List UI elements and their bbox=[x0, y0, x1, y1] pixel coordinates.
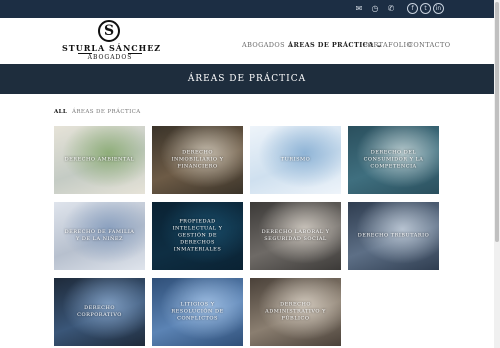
practice-area-tile[interactable]: DERECHO LABORAL Y SEGURIDAD SOCIAL bbox=[250, 202, 341, 270]
tile-label: DERECHO DEL CONSUMIDOR Y LA COMPETENCIA bbox=[363, 149, 424, 170]
practice-area-tile[interactable]: DERECHO CORPORATIVO bbox=[54, 278, 145, 346]
practice-area-tile[interactable]: DERECHO ADMINISTRATIVO Y PÚBLICO bbox=[250, 278, 341, 346]
tile-label: DERECHO ADMINISTRATIVO Y PÚBLICO bbox=[265, 301, 326, 322]
facebook-icon[interactable]: f bbox=[407, 3, 418, 14]
practice-area-tile[interactable]: PROPIEDAD INTELECTUAL Y GESTIÓN DE DEREC… bbox=[152, 202, 243, 270]
nav-item-contacto[interactable]: CONTACTO bbox=[408, 41, 451, 49]
phone-icon[interactable]: ✆ bbox=[386, 4, 396, 14]
nav-item-portafolio[interactable]: PORTAFOLIO bbox=[363, 41, 412, 49]
practice-area-tile[interactable]: LITIGIOS Y RESOLUCIÓN DE CONFLICTOS bbox=[152, 278, 243, 346]
tile-label: TURISMO bbox=[280, 156, 311, 163]
nav-item-abogados[interactable]: ABOGADOS ⌄ bbox=[242, 41, 293, 49]
twitter-icon[interactable]: t bbox=[420, 3, 431, 14]
logo-subtitle: ABOGADOS bbox=[87, 54, 133, 61]
tile-label: PROPIEDAD INTELECTUAL Y GESTIÓN DE DEREC… bbox=[172, 218, 223, 253]
logo-name: STURLA SÁNCHEZ bbox=[62, 43, 162, 53]
page-banner: ÁREAS DE PRÁCTICA bbox=[0, 64, 494, 94]
tile-label: DERECHO LABORAL Y SEGURIDAD SOCIAL bbox=[261, 229, 330, 242]
practice-area-tile[interactable]: TURISMO bbox=[250, 126, 341, 194]
tile-label: DERECHO TRIBUTARIO bbox=[357, 232, 430, 239]
practice-area-tile[interactable]: DERECHO TRIBUTARIO bbox=[348, 202, 439, 270]
nav-label: ÁREAS DE PRÁCTICA bbox=[288, 41, 374, 49]
tile-label: DERECHO INMOBILIARIO Y FINANCIERO bbox=[171, 149, 224, 170]
top-bar: ✉ ◷ ✆ f t in bbox=[0, 0, 494, 18]
practice-area-tile[interactable]: DERECHO AMBIENTAL bbox=[54, 126, 145, 194]
tile-label: DERECHO CORPORATIVO bbox=[77, 305, 122, 318]
linkedin-icon[interactable]: in bbox=[433, 3, 444, 14]
tile-label: LITIGIOS Y RESOLUCIÓN DE CONFLICTOS bbox=[171, 301, 224, 322]
filter-all[interactable]: ALL bbox=[54, 109, 67, 115]
tile-label: DERECHO AMBIENTAL bbox=[64, 156, 135, 163]
clock-icon[interactable]: ◷ bbox=[370, 4, 380, 14]
mail-icon[interactable]: ✉ bbox=[354, 4, 364, 14]
site-header: S STURLA SÁNCHEZ ABOGADOS ABOGADOS ⌄ ÁRE… bbox=[0, 18, 494, 64]
page-title: ÁREAS DE PRÁCTICA bbox=[187, 74, 307, 84]
practice-area-tile[interactable]: DERECHO INMOBILIARIO Y FINANCIERO bbox=[152, 126, 243, 194]
logo-mark: S bbox=[98, 20, 120, 42]
practice-area-tile[interactable]: DERECHO DEL CONSUMIDOR Y LA COMPETENCIA bbox=[348, 126, 439, 194]
scrollbar[interactable] bbox=[494, 0, 500, 348]
scrollbar-thumb[interactable] bbox=[495, 2, 499, 242]
tile-label: DERECHO DE FAMILIA Y DE LA NIÑEZ bbox=[64, 229, 135, 242]
filter-areas-de-practica[interactable]: ÁREAS DE PRÁCTICA bbox=[72, 109, 141, 115]
nav-label: ABOGADOS bbox=[242, 41, 285, 49]
practice-area-tile[interactable]: DERECHO DE FAMILIA Y DE LA NIÑEZ bbox=[54, 202, 145, 270]
